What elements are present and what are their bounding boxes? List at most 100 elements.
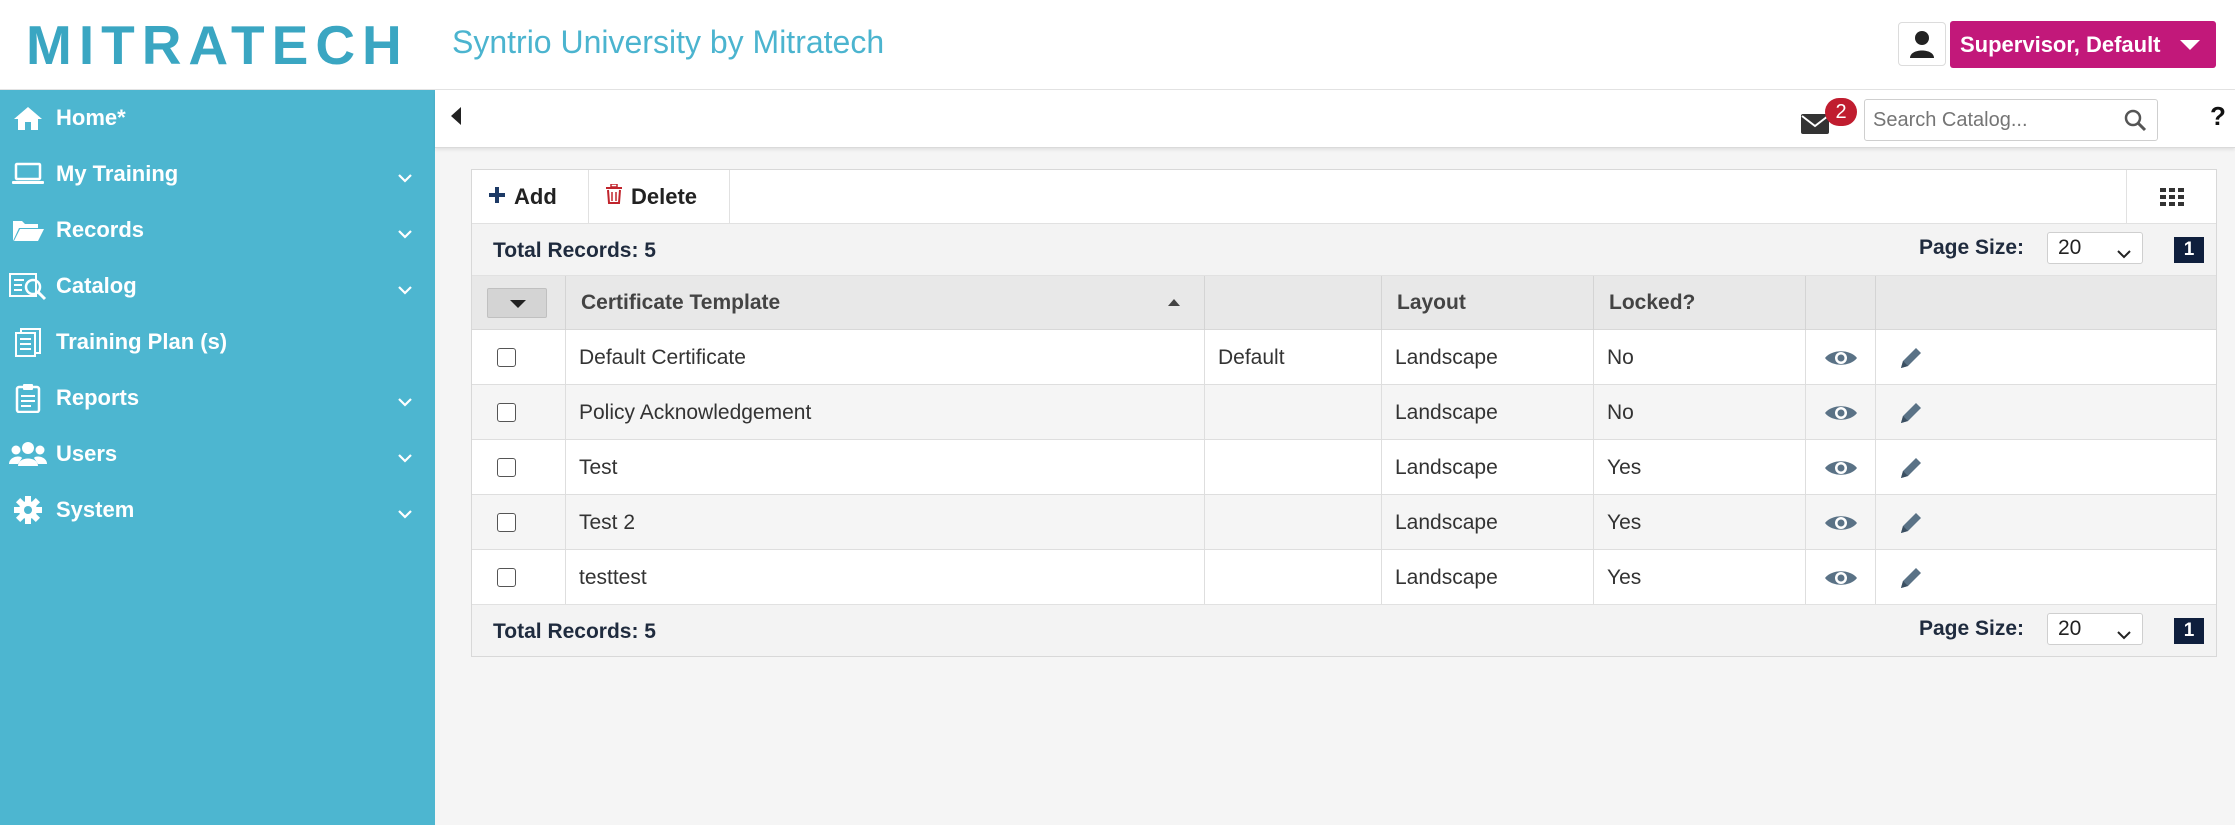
row-checkbox[interactable] bbox=[497, 348, 516, 367]
page-size-value: 20 bbox=[2058, 617, 2082, 640]
row-checkbox[interactable] bbox=[497, 403, 516, 422]
edit-pencil-icon[interactable] bbox=[1876, 440, 1946, 495]
collapse-sidebar-icon[interactable] bbox=[451, 107, 461, 125]
table-row: testtest Landscape Yes bbox=[472, 550, 2216, 605]
sort-ascending-icon bbox=[1168, 299, 1180, 306]
chevron-down-icon[interactable] bbox=[397, 500, 413, 526]
user-avatar-icon[interactable] bbox=[1898, 22, 1946, 66]
folder-open-icon bbox=[0, 217, 56, 243]
default-cell bbox=[1205, 440, 1382, 495]
page-size-label: Page Size: bbox=[1919, 236, 2025, 259]
chevron-down-icon[interactable] bbox=[397, 444, 413, 470]
sidebar-item-reports[interactable]: Reports bbox=[0, 370, 435, 426]
sidebar-item-label: Users bbox=[56, 441, 118, 466]
gear-icon bbox=[0, 495, 56, 525]
view-icon[interactable] bbox=[1806, 330, 1876, 385]
app-header: MITRATECH Syntrio University by Mitratec… bbox=[0, 0, 2235, 90]
sidebar-item-catalog[interactable]: Catalog bbox=[0, 258, 435, 314]
column-label: Certificate Template bbox=[581, 291, 781, 314]
row-checkbox[interactable] bbox=[497, 458, 516, 477]
locked-cell: Yes bbox=[1594, 550, 1806, 605]
mitratech-logo[interactable]: MITRATECH bbox=[26, 18, 409, 73]
sidebar-item-system[interactable]: System bbox=[0, 482, 435, 538]
select-menu-toggle[interactable] bbox=[487, 288, 547, 318]
app-title: Syntrio University by Mitratech bbox=[452, 24, 885, 60]
search-icon[interactable] bbox=[2123, 108, 2147, 137]
row-checkbox[interactable] bbox=[497, 568, 516, 587]
help-icon[interactable]: ? bbox=[2210, 101, 2226, 132]
page-size-label: Page Size: bbox=[1919, 617, 2025, 640]
row-select-cell bbox=[472, 550, 566, 605]
column-layout[interactable]: Layout bbox=[1382, 276, 1594, 330]
edit-pencil-icon[interactable] bbox=[1876, 330, 1946, 385]
sidebar-item-label: Records bbox=[56, 217, 145, 242]
column-locked[interactable]: Locked? bbox=[1594, 276, 1806, 330]
edit-pencil-icon[interactable] bbox=[1876, 495, 1946, 550]
layout-cell: Landscape bbox=[1382, 495, 1594, 550]
chevron-down-icon[interactable] bbox=[397, 164, 413, 190]
caret-down-icon bbox=[2180, 40, 2200, 50]
default-cell bbox=[1205, 385, 1382, 440]
table-row: Policy Acknowledgement Landscape No bbox=[472, 385, 2216, 440]
delete-label: Delete bbox=[631, 184, 698, 209]
default-cell bbox=[1205, 550, 1382, 605]
template-name-cell: Test bbox=[566, 440, 1205, 495]
chevron-down-icon[interactable] bbox=[397, 388, 413, 414]
users-icon bbox=[0, 440, 56, 468]
sidebar-item-records[interactable]: Records bbox=[0, 202, 435, 258]
view-icon[interactable] bbox=[1806, 440, 1876, 495]
layout-cell: Landscape bbox=[1382, 550, 1594, 605]
chevron-down-icon bbox=[2116, 239, 2132, 269]
row-select-cell bbox=[472, 330, 566, 385]
template-name-cell: Test 2 bbox=[566, 495, 1205, 550]
chevron-down-icon[interactable] bbox=[397, 276, 413, 302]
chevron-down-icon[interactable] bbox=[397, 220, 413, 246]
user-menu-button[interactable]: Supervisor, Default bbox=[1950, 21, 2216, 68]
sidebar-item-my-training[interactable]: My Training bbox=[0, 146, 435, 202]
pager-bottom: Total Records: 5 Page Size: 20 1 bbox=[472, 604, 2216, 656]
add-button[interactable]: Add bbox=[472, 170, 589, 224]
column-label: Locked? bbox=[1609, 291, 1696, 314]
page-size-select[interactable]: 20 bbox=[2047, 232, 2143, 264]
sidebar-item-label: My Training bbox=[56, 161, 179, 186]
view-icon[interactable] bbox=[1806, 550, 1876, 605]
page-number-current[interactable]: 1 bbox=[2174, 618, 2204, 644]
edit-pencil-icon[interactable] bbox=[1876, 550, 1946, 605]
total-records: Total Records: 5 bbox=[493, 620, 656, 643]
home-icon bbox=[0, 105, 56, 131]
locked-cell: No bbox=[1594, 385, 1806, 440]
sidebar-item-users[interactable]: Users bbox=[0, 426, 435, 482]
edit-pencil-icon[interactable] bbox=[1876, 385, 1946, 440]
default-cell bbox=[1205, 495, 1382, 550]
search-input[interactable] bbox=[1873, 100, 2113, 140]
select-column-header bbox=[472, 276, 566, 330]
laptop-icon bbox=[0, 162, 56, 186]
sidebar-item-label: System bbox=[56, 497, 135, 522]
sidebar-item-label: Training Plan (s) bbox=[56, 329, 228, 354]
locked-cell: Yes bbox=[1594, 440, 1806, 495]
view-icon[interactable] bbox=[1806, 495, 1876, 550]
layout-cell: Landscape bbox=[1382, 440, 1594, 495]
plus-icon bbox=[488, 184, 506, 210]
sidebar-item-home[interactable]: Home* bbox=[0, 90, 435, 146]
user-name: Supervisor, Default bbox=[1960, 31, 2161, 57]
chevron-down-icon bbox=[2116, 620, 2132, 650]
delete-button[interactable]: Delete bbox=[589, 170, 730, 224]
column-chooser-button[interactable] bbox=[2126, 170, 2216, 224]
trash-icon bbox=[605, 183, 623, 210]
sidebar-item-training-plans[interactable]: Training Plan (s) bbox=[0, 314, 435, 370]
message-count-badge: 2 bbox=[1825, 98, 1857, 126]
default-cell: Default bbox=[1205, 330, 1382, 385]
column-default bbox=[1205, 276, 1382, 330]
template-name-cell: testtest bbox=[566, 550, 1205, 605]
table-row: Test 2 Landscape Yes bbox=[472, 495, 2216, 550]
column-certificate-template[interactable]: Certificate Template bbox=[566, 276, 1205, 330]
row-select-cell bbox=[472, 495, 566, 550]
row-checkbox[interactable] bbox=[497, 513, 516, 532]
view-icon[interactable] bbox=[1806, 385, 1876, 440]
messages-button[interactable]: 2 bbox=[1800, 98, 1858, 136]
page-size-select[interactable]: 20 bbox=[2047, 613, 2143, 645]
certificate-templates-grid: Add Delete Total Records: 5 Page Size: 2… bbox=[471, 169, 2217, 657]
template-name-cell: Default Certificate bbox=[566, 330, 1205, 385]
page-number-current[interactable]: 1 bbox=[2174, 237, 2204, 263]
